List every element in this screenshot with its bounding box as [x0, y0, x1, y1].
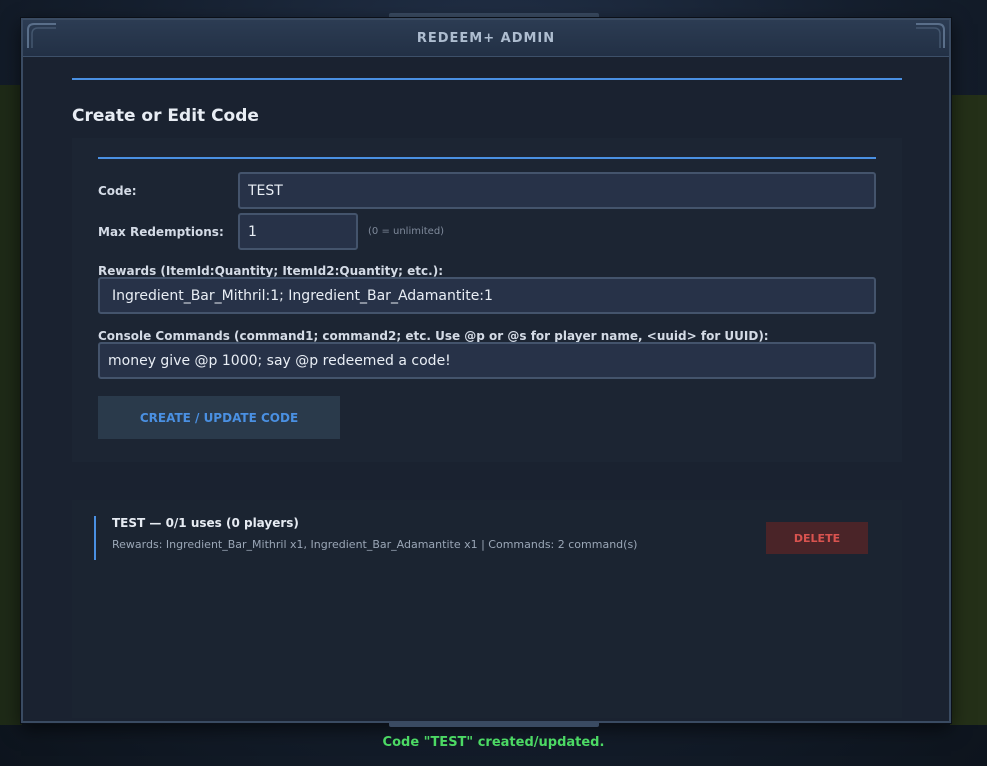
list-item: TEST — 0/1 uses (0 players) Rewards: Ing…	[94, 516, 874, 560]
delete-code-button[interactable]: DELETE	[766, 522, 868, 554]
code-label: Code:	[98, 184, 137, 198]
console-commands-label: Console Commands (command1; command2; et…	[98, 329, 769, 343]
code-form-panel: Code: Max Redemptions: (0 = unlimited) R…	[72, 138, 902, 462]
background-foliage-left	[0, 85, 22, 725]
bottom-notch-icon	[388, 721, 599, 727]
max-redemptions-label: Max Redemptions:	[98, 225, 224, 239]
code-item-details: Rewards: Ingredient_Bar_Mithril x1, Ingr…	[112, 538, 638, 551]
create-update-code-button[interactable]: CREATE / UPDATE CODE	[98, 396, 340, 439]
rewards-input[interactable]	[98, 277, 876, 314]
section-accent-line	[72, 78, 902, 80]
code-input[interactable]	[238, 172, 876, 209]
status-message: Code "TEST" created/updated.	[382, 735, 605, 750]
window-title: REDEEM+ ADMIN	[416, 30, 556, 46]
console-commands-input[interactable]	[98, 342, 876, 379]
code-item-title: TEST — 0/1 uses (0 players)	[112, 516, 299, 530]
background-foliage-right	[950, 95, 987, 725]
corner-ornament-icon	[26, 22, 58, 50]
max-redemptions-hint: (0 = unlimited)	[368, 226, 445, 237]
corner-ornament-icon	[914, 22, 946, 50]
rewards-label: Rewards (ItemId:Quantity; ItemId2:Quanti…	[98, 264, 443, 278]
admin-window: REDEEM+ ADMIN Create or Edit Code Code: …	[21, 18, 951, 723]
max-redemptions-input[interactable]	[238, 213, 358, 250]
codes-list-panel: TEST — 0/1 uses (0 players) Rewards: Ing…	[72, 500, 902, 718]
section-heading: Create or Edit Code	[72, 106, 259, 126]
window-titlebar[interactable]: REDEEM+ ADMIN	[23, 20, 949, 57]
form-accent-line	[98, 157, 876, 159]
